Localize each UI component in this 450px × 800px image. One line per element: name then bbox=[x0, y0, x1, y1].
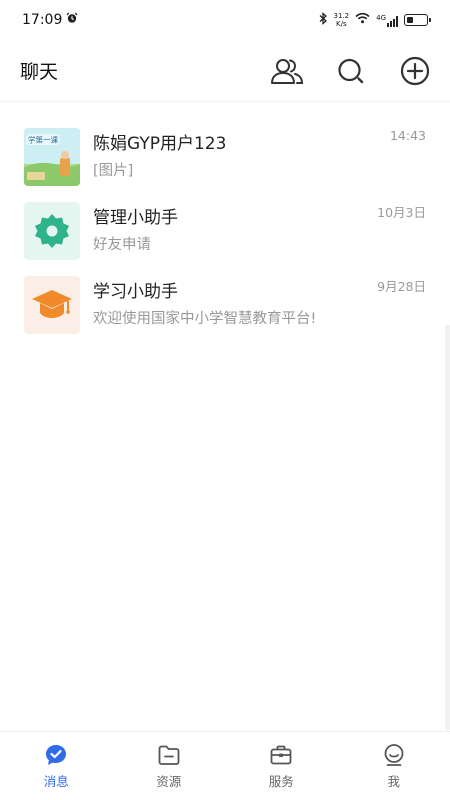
chat-preview: 好友申请 bbox=[93, 237, 151, 253]
chat-item[interactable]: 学习小助手 欢迎使用国家中小学智慧教育平台! 9月28日 bbox=[0, 268, 450, 342]
profile-icon bbox=[384, 743, 404, 766]
page-title: 聊天 bbox=[20, 61, 59, 83]
graduation-cap-icon bbox=[32, 290, 72, 318]
search-icon bbox=[338, 58, 364, 83]
nav-label: 服务 bbox=[268, 773, 294, 789]
plus-circle-icon bbox=[400, 56, 430, 85]
alarm-icon bbox=[66, 12, 78, 28]
gear-icon bbox=[35, 214, 69, 248]
chat-preview: [图片] bbox=[93, 163, 134, 179]
avatar-caption: 学第一课 bbox=[28, 135, 58, 145]
chat-name: 陈娟GYP用户123 bbox=[93, 134, 227, 154]
chat-item[interactable]: 管理小助手 好友申请 10月3日 bbox=[0, 194, 450, 268]
chat-name: 管理小助手 bbox=[93, 208, 178, 228]
scrollbar[interactable] bbox=[445, 325, 450, 730]
nav-label: 资源 bbox=[156, 773, 182, 789]
nav-label: 我 bbox=[387, 773, 400, 789]
header-actions bbox=[270, 54, 432, 88]
chat-preview: 欢迎使用国家中小学智慧教育平台! bbox=[93, 311, 317, 327]
avatar bbox=[24, 202, 80, 260]
network-speed: 31.2 K/s bbox=[333, 12, 350, 28]
chat-time: 9月28日 bbox=[377, 279, 426, 294]
chat-name: 学习小助手 bbox=[93, 282, 178, 302]
signal-icon: 4G bbox=[376, 14, 398, 27]
nav-item-resources[interactable]: 资源 bbox=[113, 732, 226, 800]
nav-item-me[interactable]: 我 bbox=[338, 732, 450, 800]
app-header: 聊天 bbox=[0, 40, 450, 102]
status-time: 17:09 bbox=[22, 12, 63, 28]
avatar bbox=[24, 276, 80, 334]
status-bar: 17:09 31.2 K/s 4G bbox=[0, 0, 450, 40]
chat-time: 10月3日 bbox=[377, 205, 426, 220]
message-icon bbox=[46, 744, 67, 765]
battery-icon bbox=[404, 14, 431, 26]
wifi-icon bbox=[355, 12, 370, 28]
briefcase-icon bbox=[270, 745, 292, 764]
chat-time: 14:43 bbox=[389, 128, 426, 143]
chat-list: 学第一课 陈娟GYP用户123 [图片] 14:43 管理小助手 好友申请 10… bbox=[0, 120, 450, 342]
nav-label: 消息 bbox=[43, 773, 69, 789]
chat-item[interactable]: 学第一课 陈娟GYP用户123 [图片] 14:43 bbox=[0, 120, 450, 194]
folder-icon bbox=[158, 745, 180, 765]
contacts-icon bbox=[271, 58, 304, 84]
nav-item-messages[interactable]: 消息 bbox=[0, 732, 113, 800]
nav-item-services[interactable]: 服务 bbox=[225, 732, 338, 800]
add-button[interactable] bbox=[398, 54, 432, 88]
avatar: 学第一课 bbox=[24, 128, 80, 186]
bottom-nav: 消息 资源 服务 我 bbox=[0, 731, 450, 800]
bluetooth-icon bbox=[319, 11, 328, 29]
contacts-button[interactable] bbox=[270, 54, 304, 88]
search-button[interactable] bbox=[334, 54, 368, 88]
